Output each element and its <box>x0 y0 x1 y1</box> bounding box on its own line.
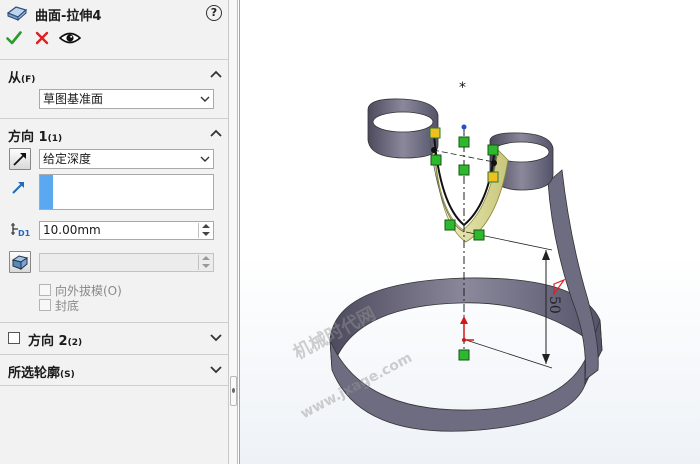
divider <box>0 118 229 119</box>
left-ring-surface[interactable] <box>367 98 439 159</box>
direction1-section-header[interactable]: 方向 1(1) <box>8 126 222 145</box>
feature-title: 曲面-拉伸4 <box>35 9 102 24</box>
end-condition-value: 给定深度 <box>43 152 92 166</box>
dimension-value[interactable]: 50 <box>546 296 562 314</box>
draft-angle-spinner[interactable] <box>198 255 212 270</box>
from-section-header[interactable]: 从(F) <box>8 67 222 86</box>
divider <box>0 385 229 386</box>
chevron-up-icon[interactable] <box>210 128 222 138</box>
chevron-down-icon <box>200 156 210 162</box>
splitter-grip[interactable] <box>230 376 237 406</box>
draft-angle-input[interactable] <box>39 253 214 272</box>
ok-check-icon[interactable] <box>6 30 22 46</box>
draft-icon <box>11 255 29 271</box>
direction-vector-icon <box>12 182 24 194</box>
reverse-direction-icon <box>13 153 26 166</box>
direction-selection-box[interactable] <box>39 174 214 210</box>
origin-triad <box>460 316 474 342</box>
divider <box>0 59 229 60</box>
preview-eye-icon[interactable] <box>59 30 81 46</box>
from-combo-value: 草图基准面 <box>43 92 104 106</box>
direction2-section-header[interactable]: 方向 2(2) <box>8 330 222 349</box>
cap-end-checkbox[interactable] <box>39 299 51 311</box>
chevron-down-icon[interactable] <box>210 332 222 342</box>
depth-value: 10.00mm <box>43 223 101 237</box>
from-combo[interactable]: 草图基准面 <box>39 89 214 109</box>
svg-text:D1: D1 <box>18 229 31 238</box>
draft-outward-checkbox[interactable] <box>39 284 51 296</box>
depth-dimension-icon: D1 <box>11 223 31 238</box>
cancel-x-icon[interactable] <box>34 30 50 46</box>
property-manager-panel: 曲面-拉伸4 ? 从(F) 草图基准面 方向 1(1) 给定深度 D1 10.0… <box>0 0 229 464</box>
svg-text:*: * <box>459 80 466 96</box>
draft-toggle-button[interactable] <box>9 251 31 273</box>
divider <box>0 322 229 323</box>
reverse-direction-button[interactable] <box>9 148 31 170</box>
chevron-down-icon[interactable] <box>210 364 222 374</box>
selected-contours-section-header[interactable]: 所选轮廓(S) <box>8 362 222 381</box>
ribbon-surface[interactable] <box>547 169 599 381</box>
panel-splitter[interactable] <box>229 0 238 464</box>
direction2-checkbox[interactable] <box>8 332 20 344</box>
depth-input[interactable]: 10.00mm <box>39 221 214 240</box>
extruded-surface-icon <box>6 6 28 21</box>
end-condition-combo[interactable]: 给定深度 <box>39 149 214 169</box>
model-canvas: 50 * <box>329 80 603 432</box>
help-icon[interactable]: ? <box>206 5 222 21</box>
feature-title-row: 曲面-拉伸4 ? <box>6 4 222 24</box>
chevron-down-icon <box>200 96 210 102</box>
divider <box>0 354 229 355</box>
graphics-viewport[interactable]: 50 * 机械时代网 www.jxage.com <box>239 0 700 464</box>
selection-highlight <box>40 175 53 209</box>
chevron-up-icon[interactable] <box>210 69 222 79</box>
depth-spinner[interactable] <box>198 223 212 238</box>
